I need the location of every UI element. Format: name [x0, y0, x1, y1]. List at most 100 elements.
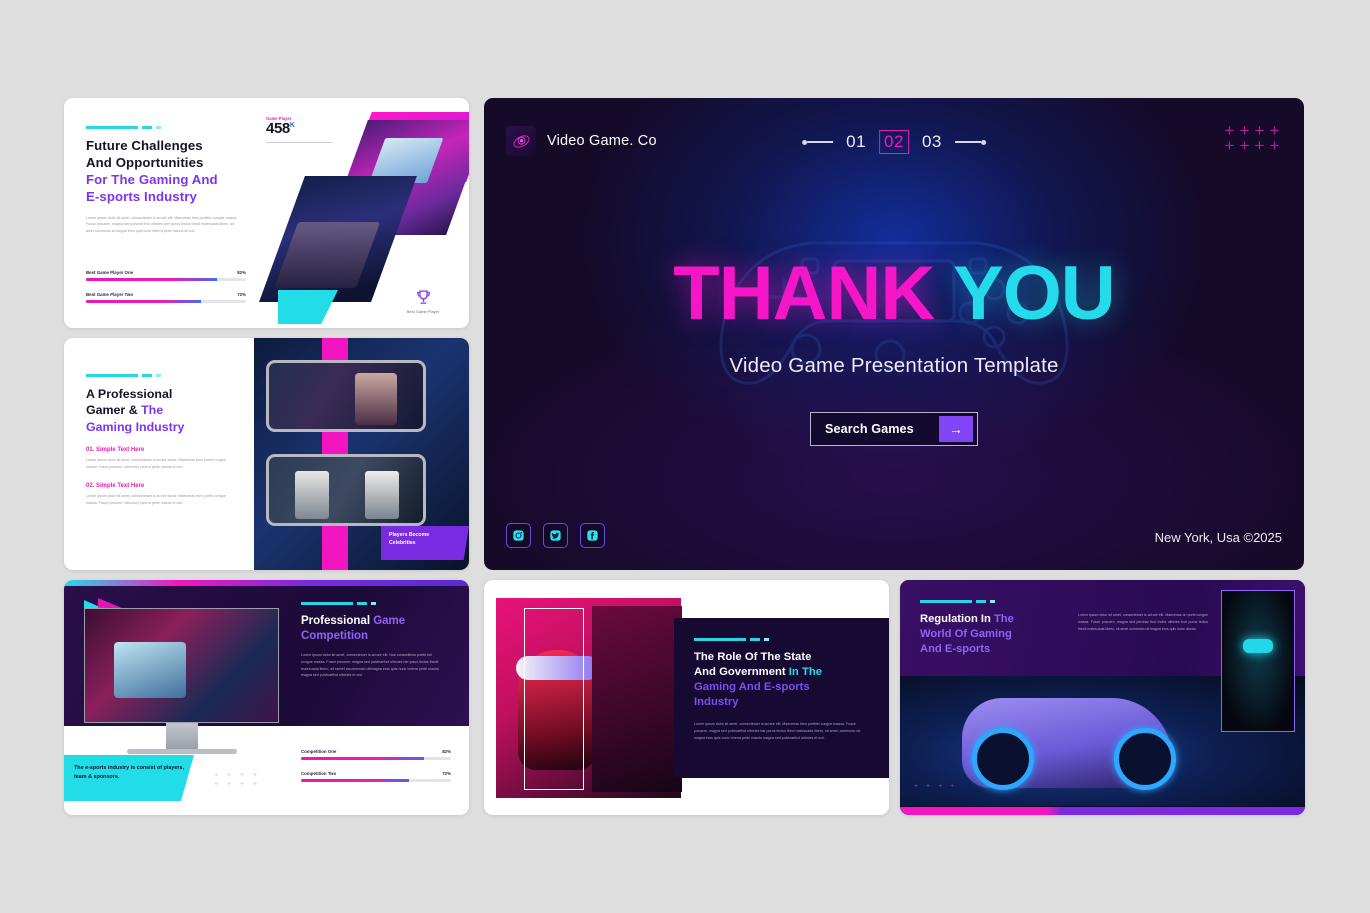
- best-player-badge: Best Game Player: [391, 289, 455, 314]
- tag-line: Players Become: [389, 532, 430, 538]
- motorcycle-wheel: [1114, 728, 1176, 790]
- instagram-link[interactable]: [506, 523, 531, 548]
- thumb3-text-block: Professional Game Competition Lorem ipsu…: [301, 602, 451, 679]
- progress-label: Best Game Player Two: [86, 292, 134, 297]
- slide-gallery: Game Player 458K Best Game Player Future…: [0, 0, 1370, 913]
- heading-line: Industry: [694, 696, 739, 709]
- heading-line: Gaming Industry: [86, 419, 185, 434]
- progress-value: 72%: [442, 771, 451, 776]
- page-title: THANK YOU: [673, 256, 1115, 332]
- heading-line: World Of Gaming: [920, 627, 1012, 640]
- heading-line: Gamer &: [86, 403, 142, 418]
- heading-line: And Government: [694, 666, 789, 679]
- arrow-right-icon[interactable]: →: [939, 416, 973, 442]
- heading-line: And Opportunities: [86, 154, 204, 170]
- divider: [266, 141, 332, 143]
- heading-line: Game: [373, 615, 406, 627]
- motorcycle-wheel: [972, 728, 1034, 790]
- monitor-screen: [84, 608, 279, 723]
- decor-plus-row: + + + +: [914, 783, 958, 790]
- heading-line: Competition: [301, 629, 369, 642]
- heading-line: In The: [788, 666, 823, 679]
- decor-frame: [524, 608, 584, 790]
- accent-divider: [920, 600, 995, 603]
- progress-value: 82%: [442, 749, 451, 754]
- progress-track: [301, 779, 451, 782]
- heading-line: The Role Of The State: [694, 651, 812, 663]
- heading-line: The: [141, 403, 164, 418]
- thumb4-photo-overlay: [592, 606, 682, 792]
- section-title: 02. Simple Text Here: [86, 482, 145, 489]
- stat-value: 458: [266, 120, 290, 137]
- decor-bottombar: [900, 807, 1305, 815]
- thumb5-body-text: Lorem ipsum dolor sit amet, consectetuer…: [1078, 613, 1208, 631]
- thumb1-progress-bars: Best Game Player One 82% Best Game Playe…: [86, 270, 246, 314]
- monitor-stand: [165, 723, 198, 749]
- heading-line: For The Gaming And: [86, 171, 218, 187]
- thumb2-section-1: 01. Simple Text Here Lorem ipsum dolor s…: [86, 447, 251, 471]
- thumb4-heading: The Role Of The State And Government In …: [694, 650, 872, 711]
- slide-thumbnail-1[interactable]: Game Player 458K Best Game Player Future…: [64, 98, 469, 328]
- twitter-link[interactable]: [543, 523, 568, 548]
- decor-triangle: [278, 290, 338, 324]
- progress-track: [86, 278, 246, 281]
- title-part-1: THANK: [673, 251, 935, 336]
- heading-line: E-sports Industry: [86, 188, 197, 204]
- thumb3-heading: Professional Game Competition: [301, 614, 451, 644]
- accent-divider: [86, 126, 161, 129]
- progress-label: Best Game Player One: [86, 270, 134, 275]
- progress-row: Best Game Player Two 72%: [86, 292, 246, 303]
- copyright-text: New York, Usa ©2025: [1154, 530, 1282, 545]
- thumb3-body-text: Lorem ipsum dolor sit amet, consectetuer…: [301, 652, 439, 678]
- progress-value: 72%: [237, 292, 246, 297]
- progress-label: Competition Two: [301, 771, 337, 776]
- section-body: Lorem ipsum dolor sit amet, consectetuer…: [86, 458, 226, 469]
- thumb5-photo-gamer: [1221, 590, 1295, 732]
- heading-line: And E-sports: [920, 642, 991, 655]
- progress-fill: [301, 757, 424, 760]
- heading-line: Gaming And E-sports: [694, 681, 810, 694]
- facebook-link[interactable]: [580, 523, 605, 548]
- slide-thumbnail-3[interactable]: Professional Game Competition Lorem ipsu…: [64, 580, 469, 815]
- progress-fill: [301, 779, 409, 782]
- stat-game-player: Game Player 458K: [266, 116, 338, 143]
- thumb4-text-block: The Role Of The State And Government In …: [694, 638, 872, 742]
- section-body: Lorem ipsum dolor sit amet, consectetuer…: [86, 493, 226, 505]
- thumb1-photo-gamers: [259, 176, 417, 302]
- thumb2-tag: Players Become Celebrities: [381, 526, 469, 560]
- thumb2-text-block: A Professional Gamer & The Gaming Indust…: [86, 374, 251, 506]
- accent-divider: [301, 602, 376, 605]
- slide-thumbnail-4[interactable]: The Role Of The State And Government In …: [484, 580, 889, 815]
- thumb1-artwork: Game Player 458K Best Game Player: [254, 98, 469, 328]
- section-title: 01. Simple Text Here: [86, 447, 145, 454]
- progress-row: Competition One 82%: [301, 749, 451, 760]
- heading-line: Future Challenges: [86, 138, 203, 153]
- thumb3-monitor: [84, 608, 279, 754]
- progress-value: 82%: [237, 270, 246, 275]
- thumb2-section-2: 02. Simple Text Here Lorem ipsum dolor s…: [86, 483, 251, 507]
- facebook-icon: [587, 530, 598, 541]
- progress-fill: [86, 300, 202, 303]
- social-links[interactable]: [506, 523, 605, 548]
- stat-unit: K: [289, 122, 295, 129]
- accent-divider: [694, 638, 769, 641]
- thumb1-heading: Future Challenges And Opportunities For …: [86, 138, 246, 206]
- decor-plus-dots: + + + + + + + +: [214, 772, 258, 788]
- thumb2-phone-bottom: [266, 454, 426, 526]
- progress-fill: [86, 278, 218, 281]
- slide-thumbnail-2[interactable]: Players Become Celebrities A Professiona…: [64, 338, 469, 570]
- search-games-button[interactable]: Search Games →: [810, 412, 978, 446]
- heading-line: Regulation In: [920, 613, 994, 625]
- progress-row: Best Game Player One 82%: [86, 270, 246, 281]
- thumb3-progress-bars: Competition One 82% Competition Two 72%: [301, 749, 451, 793]
- thumb2-artwork: Players Become Celebrities: [254, 338, 469, 570]
- search-games-label: Search Games: [825, 422, 914, 436]
- badge-label: Best Game Player: [406, 309, 440, 314]
- heading-line: Professional: [301, 615, 374, 627]
- slide-thumbnail-5[interactable]: Regulation In The World Of Gaming And E-…: [900, 580, 1305, 815]
- main-footer: New York, Usa ©2025: [484, 498, 1304, 570]
- thumb4-panel: The Role Of The State And Government In …: [674, 618, 889, 778]
- twitter-icon: [550, 530, 561, 541]
- tag-line: Celebrities: [389, 539, 416, 546]
- main-slide[interactable]: Video Game. Co 01 02 03 + + + + + + + + THANK: [484, 98, 1304, 570]
